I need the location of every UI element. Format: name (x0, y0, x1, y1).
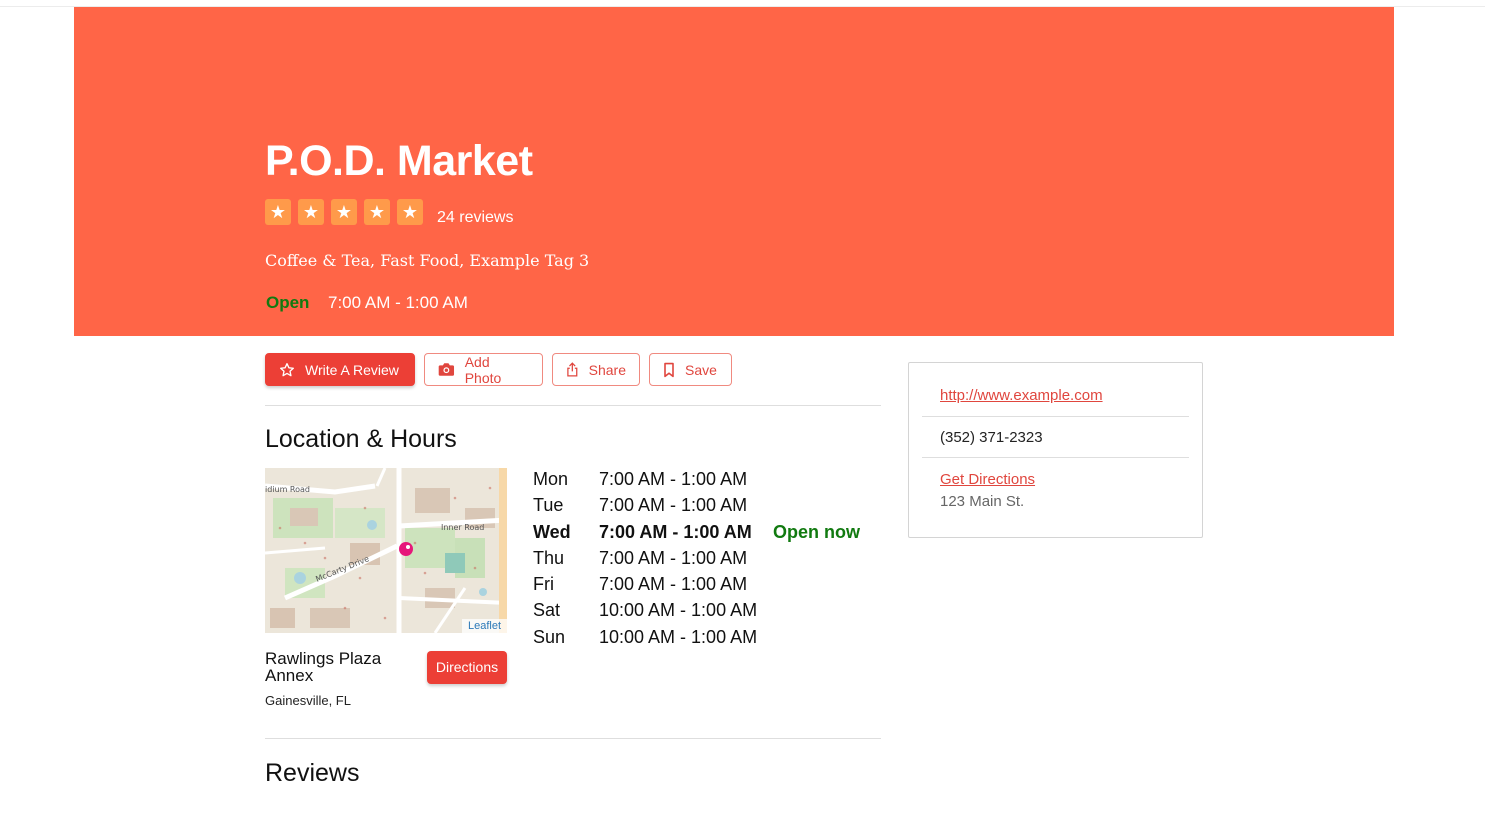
business-name: P.O.D. Market (265, 137, 533, 185)
star-icon: ★ (298, 199, 324, 225)
hero-banner: P.O.D. Market ★ ★ ★ ★ ★ 24 reviews Coffe… (74, 7, 1394, 336)
place-name: Rawlings Plaza Annex (265, 649, 382, 685)
share-icon (567, 362, 578, 377)
save-label: Save (685, 361, 717, 378)
hours-row: Sat 10:00 AM - 1:00 AM (533, 600, 873, 626)
star-icon: ★ (331, 199, 357, 225)
divider (265, 405, 881, 406)
add-photo-button[interactable]: Add Photo (424, 353, 543, 386)
hours-day: Sat (533, 600, 561, 621)
category-tags: Coffee & Tea, Fast Food, Example Tag 3 (265, 251, 590, 270)
contact-card: http://www.example.com (352) 371-2323 Ge… (908, 362, 1203, 538)
camera-icon (438, 363, 455, 376)
hours-time: 7:00 AM - 1:00 AM (599, 547, 748, 568)
star-rating: ★ ★ ★ ★ ★ (265, 199, 423, 225)
map-marker-icon (399, 542, 413, 556)
map-road-label: Inner Road (441, 523, 484, 532)
hours-time: 10:00 AM - 1:00 AM (599, 600, 758, 621)
share-label: Share (588, 361, 626, 378)
directions-button[interactable]: Directions (427, 651, 507, 684)
divider (922, 457, 1189, 458)
location-hours-heading: Location & Hours (265, 425, 457, 453)
star-icon: ★ (397, 199, 423, 225)
open-status: Open (266, 293, 310, 312)
hours-day: Fri (533, 574, 554, 595)
open-now-badge: Open now (773, 521, 860, 542)
hours-time: 7:00 AM - 1:00 AM (599, 469, 748, 489)
place-city: Gainesville, FL (265, 693, 351, 708)
write-review-button[interactable]: Write A Review (265, 353, 415, 386)
hours-row: Tue 7:00 AM - 1:00 AM (533, 495, 873, 521)
hours-day: Mon (533, 469, 569, 489)
write-review-label: Write A Review (305, 361, 399, 378)
hours-day: Wed (533, 521, 571, 542)
star-icon: ★ (265, 199, 291, 225)
reviews-heading: Reviews (265, 759, 360, 787)
hours-time: 7:00 AM - 1:00 AM (599, 574, 748, 595)
location-map[interactable]: idium Road Inner Road McCarty Drive Leaf… (265, 468, 507, 633)
today-hours: 7:00 AM - 1:00 AM (328, 293, 468, 312)
hours-time: 7:00 AM - 1:00 AM (599, 495, 748, 516)
bookmark-icon (664, 362, 674, 377)
hours-day: Sun (533, 626, 566, 647)
website-link[interactable]: http://www.example.com (940, 387, 1103, 404)
hours-row-today: Wed 7:00 AM - 1:00 AM Open now (533, 522, 873, 548)
share-button[interactable]: Share (552, 353, 640, 386)
phone-number: (352) 371-2323 (940, 429, 1043, 446)
hours-day: Tue (533, 495, 564, 516)
hours-table: Mon 7:00 AM - 1:00 AM Tue 7:00 AM - 1:00… (533, 469, 873, 653)
hours-time: 10:00 AM - 1:00 AM (599, 626, 758, 647)
map-tiles: idium Road Inner Road McCarty Drive (265, 468, 507, 633)
leaflet-attribution-link[interactable]: Leaflet (461, 619, 507, 633)
save-button[interactable]: Save (649, 353, 732, 386)
address-text: 123 Main St. (940, 493, 1025, 510)
get-directions-link[interactable]: Get Directions (940, 471, 1035, 488)
hours-row: Sun 10:00 AM - 1:00 AM (533, 627, 873, 653)
hours-day: Thu (533, 547, 565, 568)
hours-row: Fri 7:00 AM - 1:00 AM (533, 574, 873, 600)
hours-time: 7:00 AM - 1:00 AM (599, 521, 752, 542)
map-road-label: idium Road (265, 485, 310, 494)
review-count[interactable]: 24 reviews (437, 209, 513, 227)
add-photo-label: Add Photo (464, 353, 502, 386)
hours-row: Thu 7:00 AM - 1:00 AM (533, 548, 873, 574)
divider (922, 416, 1189, 417)
star-outline-icon (280, 362, 294, 376)
divider (265, 738, 881, 739)
hours-row: Mon 7:00 AM - 1:00 AM (533, 469, 873, 495)
star-icon: ★ (364, 199, 390, 225)
